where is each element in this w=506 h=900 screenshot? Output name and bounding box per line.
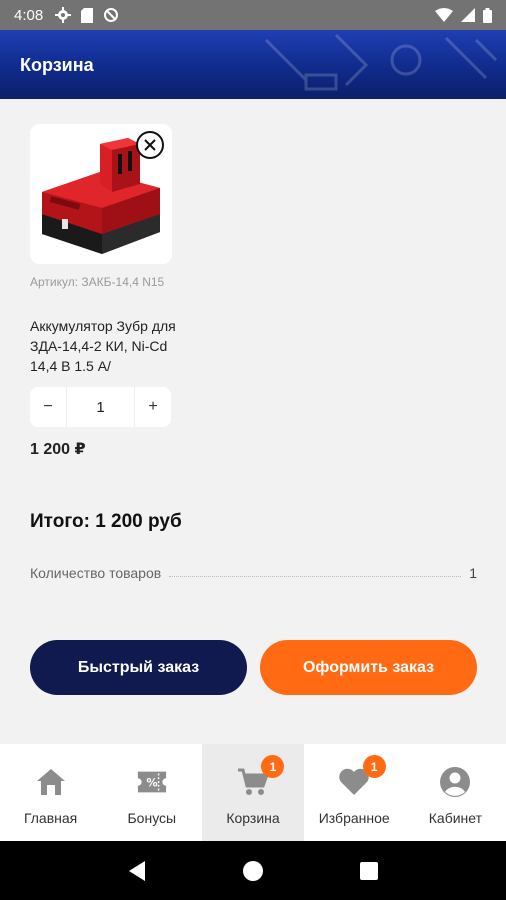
nav-item-bonuses[interactable]: % Бонусы: [101, 744, 202, 841]
nav-label-account: Кабинет: [428, 810, 483, 826]
product-name[interactable]: Аккумулятор Зубр для ЗДА-14,4-2 КИ, Ni-C…: [30, 316, 180, 376]
increase-quantity-button[interactable]: +: [135, 387, 171, 427]
header-tools-pattern: [264, 33, 498, 91]
nav-label-favorites: Избранное: [318, 810, 390, 826]
nav-label-cart: Корзина: [226, 810, 280, 826]
ticket-icon: %: [136, 766, 168, 798]
nav-item-cart[interactable]: 1 Корзина: [202, 744, 304, 841]
sd-card-icon: [81, 7, 94, 23]
nav-item-account[interactable]: Кабинет: [405, 744, 506, 841]
dotted-leader: [169, 576, 462, 577]
items-count-value: 1: [469, 565, 477, 581]
home-circle-icon[interactable]: [242, 860, 264, 882]
app-header: Корзина: [0, 30, 506, 99]
status-right-icons: [435, 7, 492, 23]
page-title: Корзина: [20, 55, 94, 75]
quick-order-button[interactable]: Быстрый заказ: [30, 640, 247, 695]
wifi-icon: [435, 8, 453, 22]
data-saver-icon: [104, 8, 119, 22]
remove-item-button[interactable]: [136, 131, 164, 159]
close-icon: [144, 139, 156, 151]
home-icon: [35, 766, 67, 798]
svg-text:%: %: [146, 777, 157, 790]
nav-label-bonuses: Бонусы: [127, 810, 177, 826]
items-count-row: Количество товаров 1: [30, 561, 477, 581]
cart-content: Артикул: ЗАКБ-14,4 N15 Аккумулятор Зубр …: [0, 99, 506, 744]
favorites-badge: 1: [362, 755, 386, 778]
recents-icon[interactable]: [359, 861, 379, 881]
items-count-label: Количество товаров: [30, 565, 162, 581]
decrease-quantity-button[interactable]: −: [30, 387, 66, 427]
settings-icon: [55, 7, 72, 23]
status-time: 4:08: [14, 6, 44, 24]
user-icon: [439, 766, 471, 798]
product-price: 1 200 ₽: [30, 441, 86, 458]
order-total: Итого: 1 200 руб: [30, 511, 182, 532]
nav-item-favorites[interactable]: 1 Избранное: [304, 744, 405, 841]
status-left-icons: [55, 7, 119, 23]
battery-icon: [483, 7, 492, 23]
cart-badge: 1: [261, 755, 285, 778]
product-sku: Артикул: ЗАКБ-14,4 N15: [30, 275, 165, 289]
quantity-value[interactable]: 1: [66, 387, 135, 427]
nav-item-home[interactable]: Главная: [0, 744, 101, 841]
checkout-button[interactable]: Оформить заказ: [260, 640, 477, 695]
back-icon[interactable]: [127, 860, 147, 882]
nav-label-home: Главная: [23, 810, 78, 826]
quantity-stepper: − 1 +: [30, 387, 171, 427]
bottom-navigation: Главная % Бонусы 1 Корзина 1 Избранное К…: [0, 744, 506, 841]
signal-icon: [461, 8, 475, 22]
system-navigation-bar: [0, 841, 506, 900]
status-bar: 4:08: [0, 0, 506, 30]
